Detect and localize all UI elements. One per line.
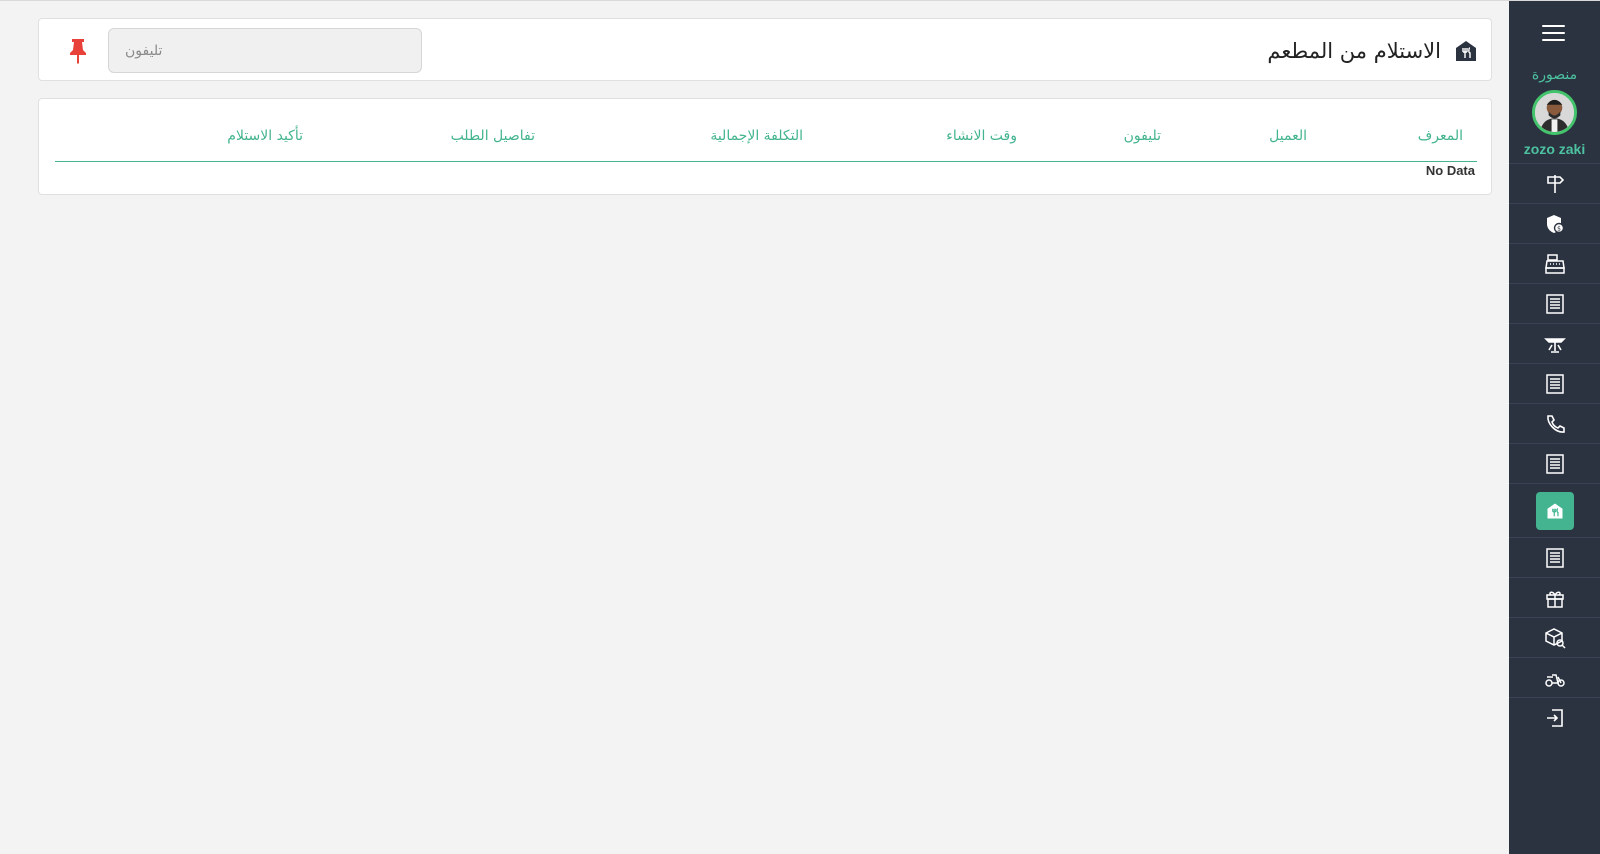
- column-header-order-details[interactable]: تفاصيل الطلب: [451, 128, 535, 144]
- sidebar-item-cashier[interactable]: [1509, 243, 1600, 283]
- sidebar-item-insurance[interactable]: $: [1509, 203, 1600, 243]
- hamburger-menu-icon[interactable]: [1542, 21, 1566, 45]
- column-header-created-time[interactable]: وقت الانشاء: [946, 128, 1017, 144]
- column-header-total-cost[interactable]: التكلفة الإجمالية: [710, 128, 803, 144]
- sidebar-item-directions[interactable]: [1509, 163, 1600, 203]
- sidebar: منصورة zozo zaki $: [1509, 1, 1600, 854]
- sidebar-nav: $: [1509, 163, 1600, 737]
- column-header-phone[interactable]: تليفون: [1124, 128, 1161, 144]
- avatar[interactable]: [1532, 90, 1577, 135]
- delivery-scooter-icon: [1544, 673, 1565, 687]
- page-header: الاستلام من المطعم: [38, 18, 1492, 81]
- receipt-icon: [1545, 373, 1564, 394]
- user-photo-icon: [1535, 93, 1574, 132]
- sidebar-item-delivery[interactable]: [1509, 657, 1600, 697]
- receipt-icon: [1545, 453, 1564, 474]
- pin-icon[interactable]: [67, 38, 89, 64]
- empty-state-text: No Data: [1425, 163, 1475, 178]
- sidebar-item-reports-4[interactable]: [1509, 537, 1600, 577]
- shield-dollar-icon: $: [1546, 214, 1564, 233]
- phone-icon: [1546, 414, 1565, 433]
- branch-name: منصورة: [1531, 67, 1578, 83]
- sidebar-item-tables[interactable]: [1509, 323, 1600, 363]
- svg-text:$: $: [1557, 225, 1561, 232]
- active-indicator: [1535, 491, 1574, 530]
- box-search-icon: [1544, 627, 1566, 649]
- sidebar-item-inventory-search[interactable]: [1509, 617, 1600, 657]
- sidebar-item-reports-2[interactable]: [1509, 363, 1600, 403]
- sidebar-item-phone-orders[interactable]: [1509, 403, 1600, 443]
- signpost-icon: [1546, 174, 1564, 193]
- page-title: الاستلام من المطعم: [1267, 39, 1441, 63]
- sidebar-item-logout[interactable]: [1509, 697, 1600, 737]
- phone-search-input[interactable]: [108, 28, 422, 73]
- table-header: المعرف العميل تليفون وقت الانشاء التكلفة…: [55, 99, 1477, 162]
- column-header-id[interactable]: المعرف: [1418, 128, 1463, 144]
- cash-register-icon: [1544, 253, 1565, 274]
- receipt-icon: [1545, 293, 1564, 314]
- restaurant-pickup-icon: [1547, 503, 1562, 518]
- restaurant-icon: [1456, 41, 1476, 61]
- table-icon: [1543, 337, 1566, 353]
- orders-table: المعرف العميل تليفون وقت الانشاء التكلفة…: [38, 98, 1492, 195]
- sidebar-item-reports-1[interactable]: [1509, 283, 1600, 323]
- column-header-customer[interactable]: العميل: [1269, 128, 1307, 144]
- sidebar-item-gifts[interactable]: [1509, 577, 1600, 617]
- receipt-icon: [1545, 547, 1564, 568]
- sidebar-item-restaurant-pickup[interactable]: [1509, 483, 1600, 537]
- logout-icon: [1546, 708, 1563, 727]
- user-name: zozo zaki: [1523, 141, 1586, 157]
- gift-icon: [1545, 591, 1564, 608]
- sidebar-item-reports-3[interactable]: [1509, 443, 1600, 483]
- column-header-confirm-pickup[interactable]: تأكيد الاستلام: [227, 128, 303, 144]
